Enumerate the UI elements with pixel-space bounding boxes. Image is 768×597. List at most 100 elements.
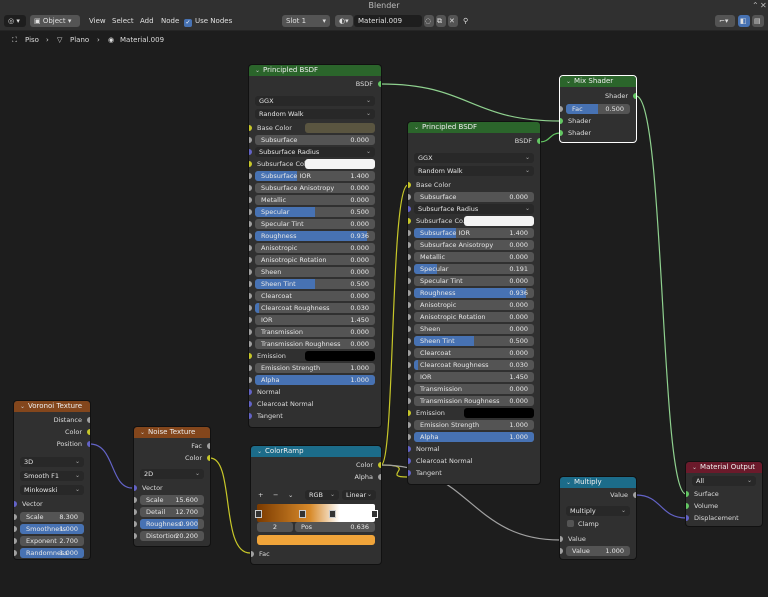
socket-output[interactable]: [207, 443, 210, 449]
ramp-stop[interactable]: [329, 510, 336, 518]
alpha-field[interactable]: Alpha 1.000: [255, 375, 375, 385]
value-field[interactable]: Roughness 0.936: [414, 288, 534, 298]
socket-input[interactable]: [408, 410, 411, 416]
socket-input[interactable]: [249, 293, 252, 299]
value-field[interactable]: Scale 8.300: [20, 512, 84, 522]
value-field[interactable]: Specular Tint 0.000: [255, 219, 375, 229]
dimensions-dropdown[interactable]: 3D ⌄: [20, 457, 84, 467]
socket-input[interactable]: [686, 503, 689, 509]
multiply-node[interactable]: ⌄ Multiply Value Multiply ⌄ Clamp Value Va…: [560, 477, 636, 559]
value-field[interactable]: Transmission Roughness 0.000: [255, 339, 375, 349]
socket-input[interactable]: [249, 353, 252, 359]
socket-output[interactable]: [378, 462, 381, 468]
material-output-node[interactable]: ⌄ Material Output All ⌄ Surface Volume Dis…: [686, 462, 762, 526]
socket-input[interactable]: [408, 242, 411, 248]
value-field[interactable]: Sheen 0.000: [255, 267, 375, 277]
node-header[interactable]: ⌄ Material Output: [686, 462, 762, 473]
value-field[interactable]: Subsurface IOR 1.400: [414, 228, 534, 238]
socket-input[interactable]: [249, 197, 252, 203]
socket-input[interactable]: [14, 526, 17, 532]
socket-input[interactable]: [249, 137, 252, 143]
menu-select[interactable]: Select: [112, 15, 134, 27]
node-header[interactable]: ⌄ Noise Texture: [134, 427, 210, 438]
value-field[interactable]: Subsurface IOR 1.400: [255, 171, 375, 181]
material-name-field[interactable]: Material.009: [354, 15, 422, 27]
menu-node[interactable]: Node: [161, 15, 179, 27]
noise-texture-node[interactable]: ⌄ Noise Texture Fac Color 2D ⌄ Vector Scal…: [134, 427, 210, 546]
subsurface-method-dropdown[interactable]: Random Walk ⌄: [414, 166, 534, 176]
socket-input[interactable]: [408, 386, 411, 392]
color-mode-dropdown[interactable]: RGB ⌄: [305, 490, 339, 500]
use-nodes-checkbox[interactable]: ✓ Use Nodes: [184, 15, 232, 27]
value-field[interactable]: IOR 1.450: [414, 372, 534, 382]
socket-input[interactable]: [408, 302, 411, 308]
socket-input[interactable]: [249, 365, 252, 371]
overlay-icon[interactable]: ◧: [738, 15, 750, 27]
minimize-icon[interactable]: ⌃: [752, 0, 759, 12]
socket-input[interactable]: [686, 491, 689, 497]
socket-input[interactable]: [408, 326, 411, 332]
alpha-field[interactable]: Alpha 1.000: [414, 432, 534, 442]
socket-input[interactable]: [249, 233, 252, 239]
socket-input[interactable]: [560, 536, 563, 542]
value-field[interactable]: Anisotropic 0.000: [414, 300, 534, 310]
stop-pos-field[interactable]: Pos 0.636: [295, 522, 375, 532]
subsurface-field[interactable]: Subsurface 0.000: [414, 192, 534, 202]
socket-input[interactable]: [134, 485, 137, 491]
menu-view[interactable]: View: [89, 15, 106, 27]
socket-input[interactable]: [408, 338, 411, 344]
node-header[interactable]: ⌄ Voronoi Texture: [14, 401, 90, 412]
value-field[interactable]: Specular Tint 0.000: [414, 276, 534, 286]
menu-add[interactable]: Add: [140, 15, 154, 27]
value-field[interactable]: Subsurface Anisotropy 0.000: [255, 183, 375, 193]
value-field[interactable]: Distortion 20.200: [140, 531, 204, 541]
emission-color-swatch[interactable]: [464, 408, 534, 418]
slot-dropdown[interactable]: Slot 1 ▾: [282, 15, 330, 27]
ramp-stop[interactable]: [299, 510, 306, 518]
socket-input[interactable]: [408, 446, 411, 452]
ramp-stop-active[interactable]: [371, 510, 378, 518]
sidebar-toggle-icon[interactable]: ▤: [752, 15, 764, 27]
interpolation-dropdown[interactable]: Linear ⌄: [342, 490, 376, 500]
value-field[interactable]: Transmission Roughness 0.000: [414, 396, 534, 406]
pin-icon[interactable]: ⚲: [463, 15, 468, 27]
socket-input[interactable]: [134, 521, 137, 527]
value-field[interactable]: Smoothness 1.000: [20, 524, 84, 534]
value-field[interactable]: Clearcoat 0.000: [255, 291, 375, 301]
chevron-down-icon[interactable]: ⌄: [288, 489, 293, 501]
node-header[interactable]: ⌄ Mix Shader: [560, 76, 636, 87]
node-header[interactable]: ⌄ Multiply: [560, 477, 636, 488]
subsurface-color-swatch[interactable]: [464, 216, 534, 226]
value-field[interactable]: Roughness 0.936: [255, 231, 375, 241]
mode-dropdown[interactable]: ▣ Object ▾: [30, 15, 80, 27]
socket-input[interactable]: [249, 317, 252, 323]
emission-strength-field[interactable]: Emission Strength 1.000: [414, 420, 534, 430]
emission-strength-field[interactable]: Emission Strength 1.000: [255, 363, 375, 373]
stop-index-field[interactable]: 2: [257, 522, 293, 532]
socket-output[interactable]: [87, 441, 90, 447]
value-field[interactable]: Scale 15.600: [140, 495, 204, 505]
value-field[interactable]: Exponent 2.700: [20, 536, 84, 546]
socket-input[interactable]: [249, 161, 252, 167]
socket-input[interactable]: [14, 514, 17, 520]
socket-input[interactable]: [408, 362, 411, 368]
value-field[interactable]: Sheen Tint 0.500: [414, 336, 534, 346]
value-field[interactable]: Roughness 0.900: [140, 519, 204, 529]
socket-input[interactable]: [249, 341, 252, 347]
value-field[interactable]: Sheen Tint 0.500: [255, 279, 375, 289]
stop-color-swatch[interactable]: [257, 535, 375, 545]
principled-bsdf-node-1[interactable]: ⌄ Principled BSDF BSDF GGX ⌄ Random Walk ⌄ Bas…: [249, 65, 381, 427]
socket-input[interactable]: [249, 257, 252, 263]
socket-input[interactable]: [408, 434, 411, 440]
socket-output[interactable]: [633, 93, 636, 99]
clamp-checkbox[interactable]: [567, 520, 574, 527]
subsurface-field[interactable]: Subsurface 0.000: [255, 135, 375, 145]
operation-dropdown[interactable]: Multiply ⌄: [566, 506, 630, 516]
value-field[interactable]: Clearcoat 0.000: [414, 348, 534, 358]
socket-input[interactable]: [560, 548, 563, 554]
socket-input[interactable]: [408, 314, 411, 320]
value-field[interactable]: Value 1.000: [566, 546, 630, 556]
socket-input[interactable]: [249, 245, 252, 251]
value-field[interactable]: Anisotropic 0.000: [255, 243, 375, 253]
socket-input[interactable]: [408, 374, 411, 380]
